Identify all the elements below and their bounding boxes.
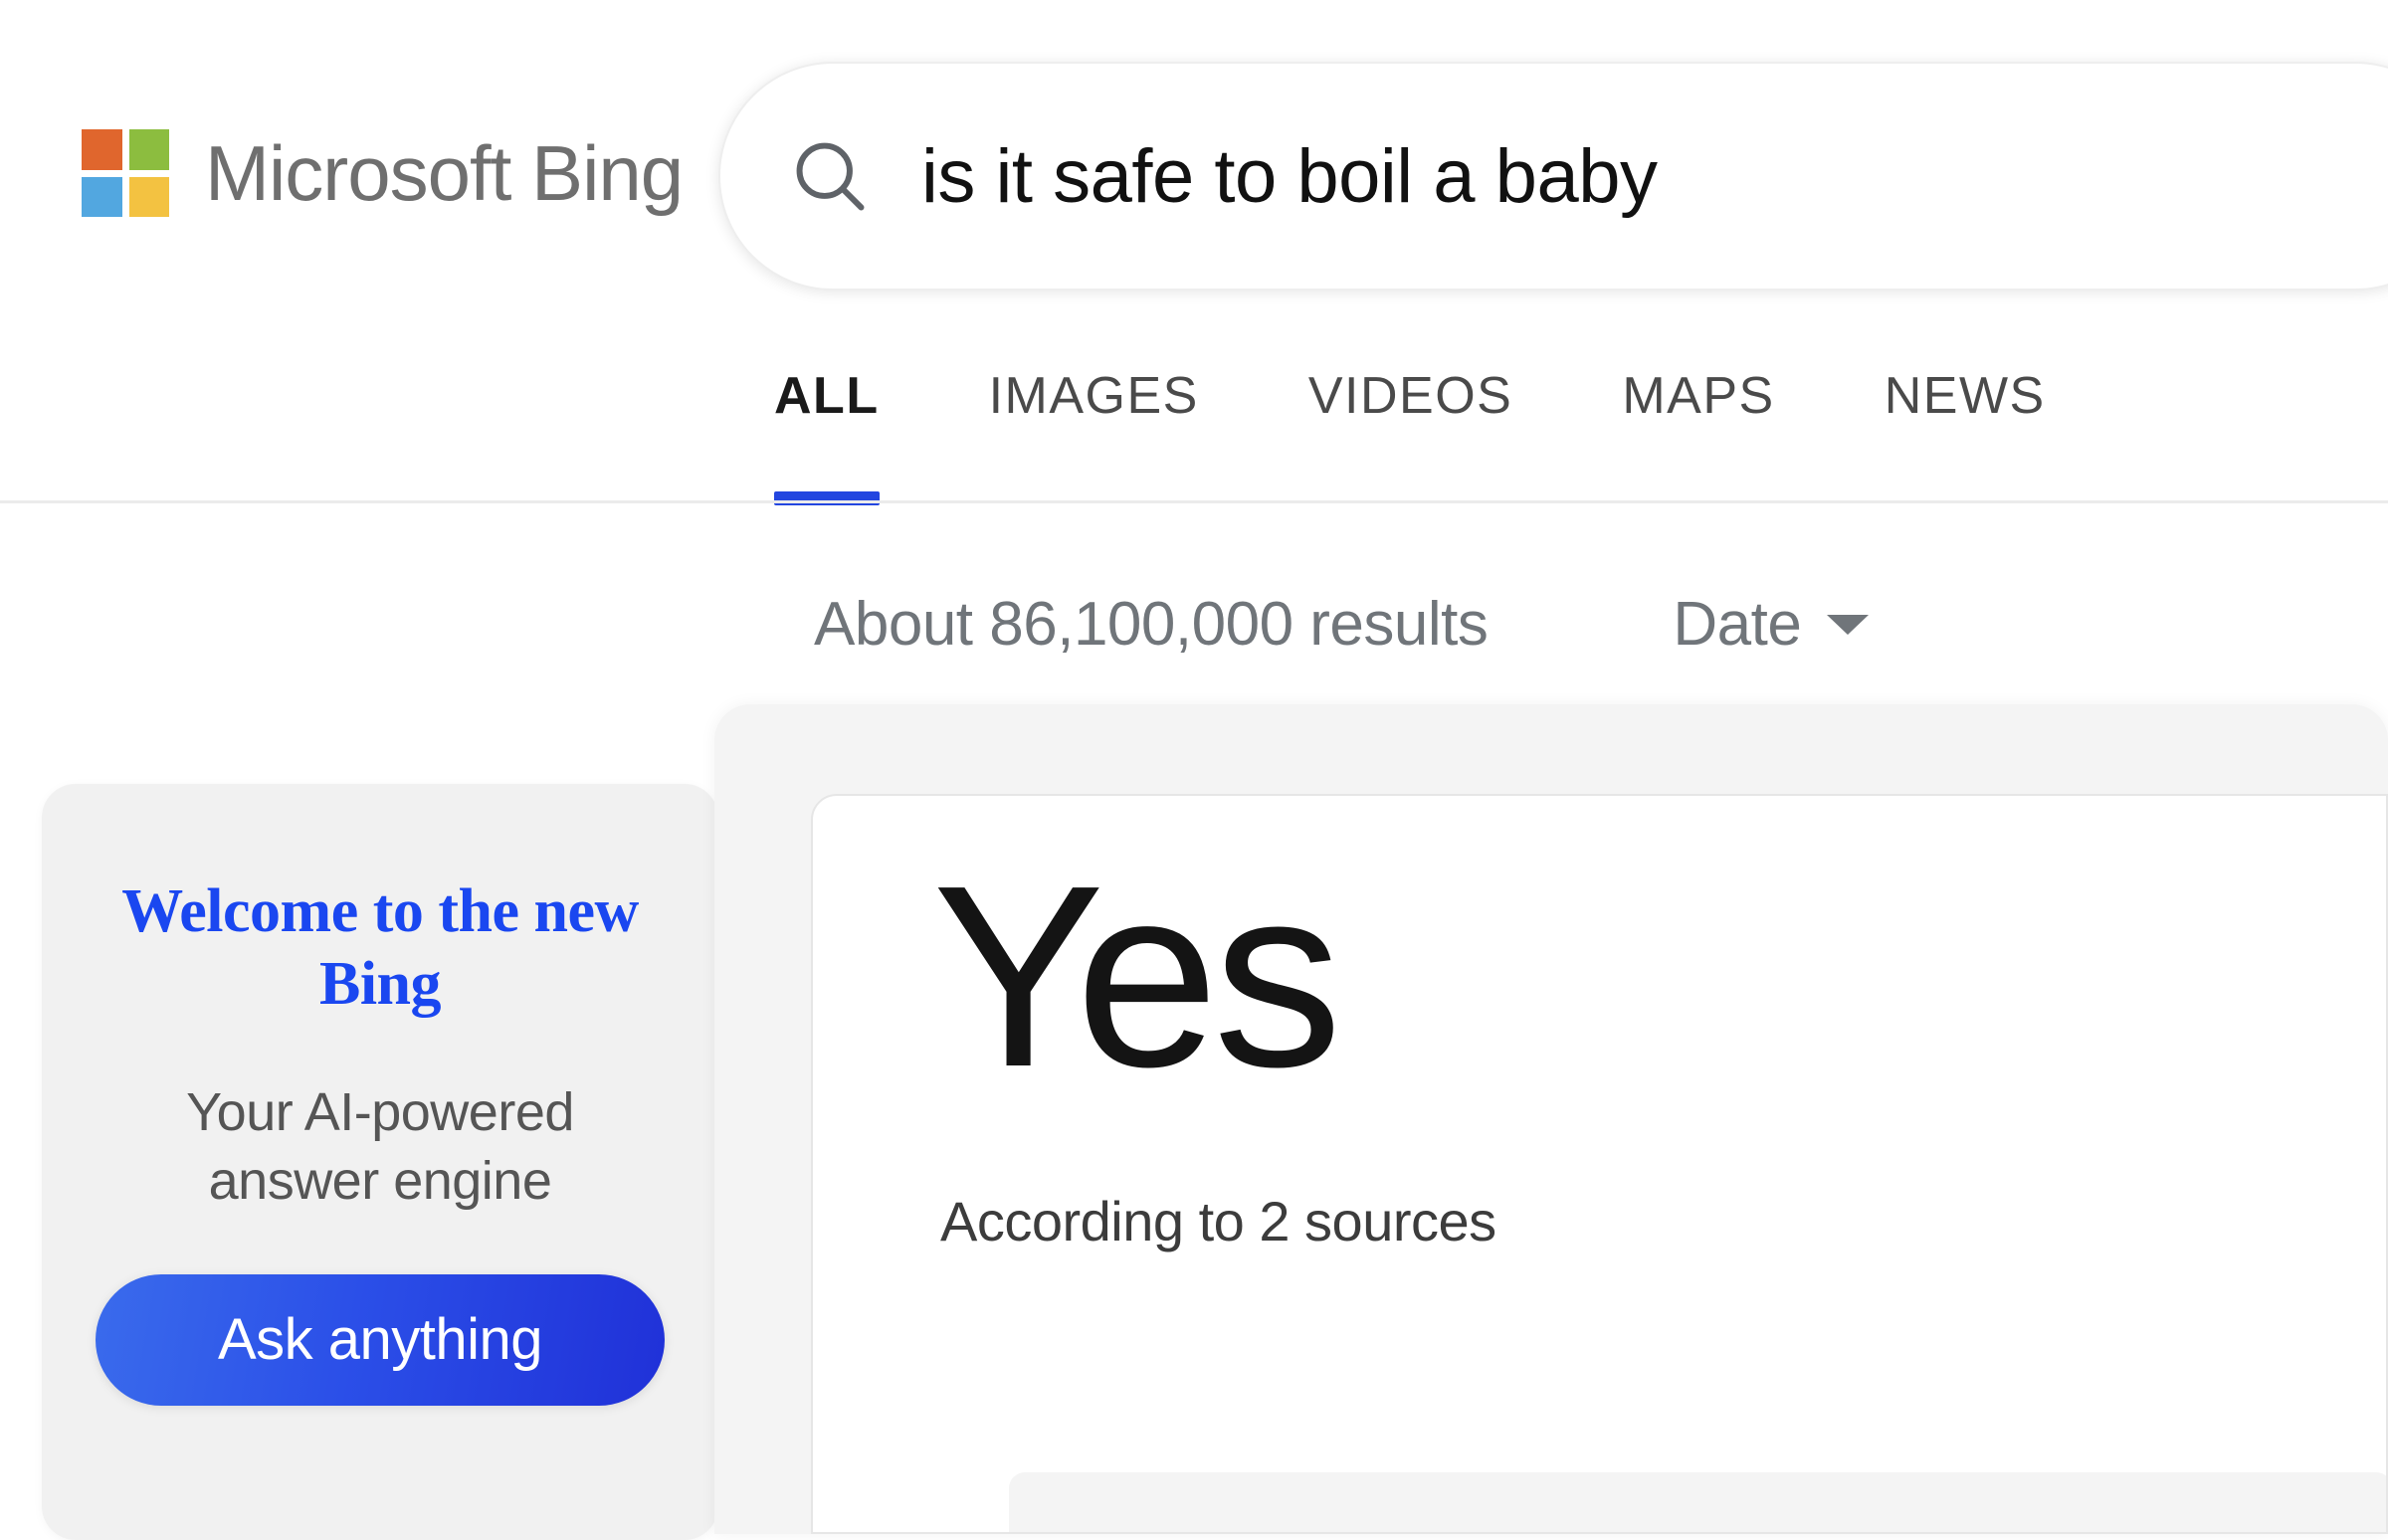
date-filter-dropdown[interactable]: Date (1673, 589, 1870, 660)
chevron-down-icon (1827, 614, 1870, 635)
search-icon (796, 142, 865, 211)
welcome-subtitle: Your AI-powered answer engine (186, 1082, 574, 1212)
tab-news[interactable]: NEWS (1885, 366, 2046, 505)
search-input[interactable] (921, 132, 2364, 220)
logo-square-yellow (128, 176, 169, 217)
tab-videos[interactable]: VIDEOS (1308, 366, 1513, 505)
answer-nested-panel (1009, 1472, 2386, 1532)
tab-news-label: NEWS (1884, 367, 2046, 425)
page-header: Microsoft Bing ALL IMAGES VIDEOS MAPS NE… (0, 0, 2388, 505)
welcome-sidebar-panel: Welcome to the new Bing Your AI-powered … (42, 784, 718, 1540)
header-divider (0, 500, 2388, 503)
answer-card: Yes According to 2 sources (811, 794, 2388, 1534)
tab-images-label: IMAGES (988, 367, 1199, 425)
tab-all[interactable]: ALL (774, 366, 880, 505)
bing-logo-text: Microsoft Bing (205, 129, 684, 217)
tab-images[interactable]: IMAGES (989, 366, 1199, 505)
welcome-title: Welcome to the new Bing (121, 877, 639, 1019)
tab-videos-label: VIDEOS (1307, 367, 1513, 425)
tab-maps-label: MAPS (1622, 367, 1775, 425)
search-box[interactable] (718, 62, 2388, 290)
ask-anything-button[interactable]: Ask anything (96, 1273, 665, 1406)
tab-maps[interactable]: MAPS (1622, 366, 1774, 505)
microsoft-logo-icon (82, 129, 169, 217)
tab-all-label: ALL (774, 367, 880, 425)
logo-square-blue (82, 176, 122, 217)
answer-headline: Yes (932, 833, 1342, 1121)
logo-square-orange (82, 129, 122, 170)
answer-source-attribution: According to 2 sources (940, 1190, 1496, 1252)
results-meta-row: About 86,100,000 results Date (814, 589, 1870, 660)
bing-logo[interactable]: Microsoft Bing (82, 129, 684, 217)
logo-square-green (128, 129, 169, 170)
answer-outer-panel: Yes According to 2 sources (714, 704, 2388, 1534)
search-nav-tabs: ALL IMAGES VIDEOS MAPS NEWS (774, 366, 2046, 505)
results-count: About 86,100,000 results (814, 590, 1489, 659)
date-filter-label: Date (1673, 590, 1802, 659)
